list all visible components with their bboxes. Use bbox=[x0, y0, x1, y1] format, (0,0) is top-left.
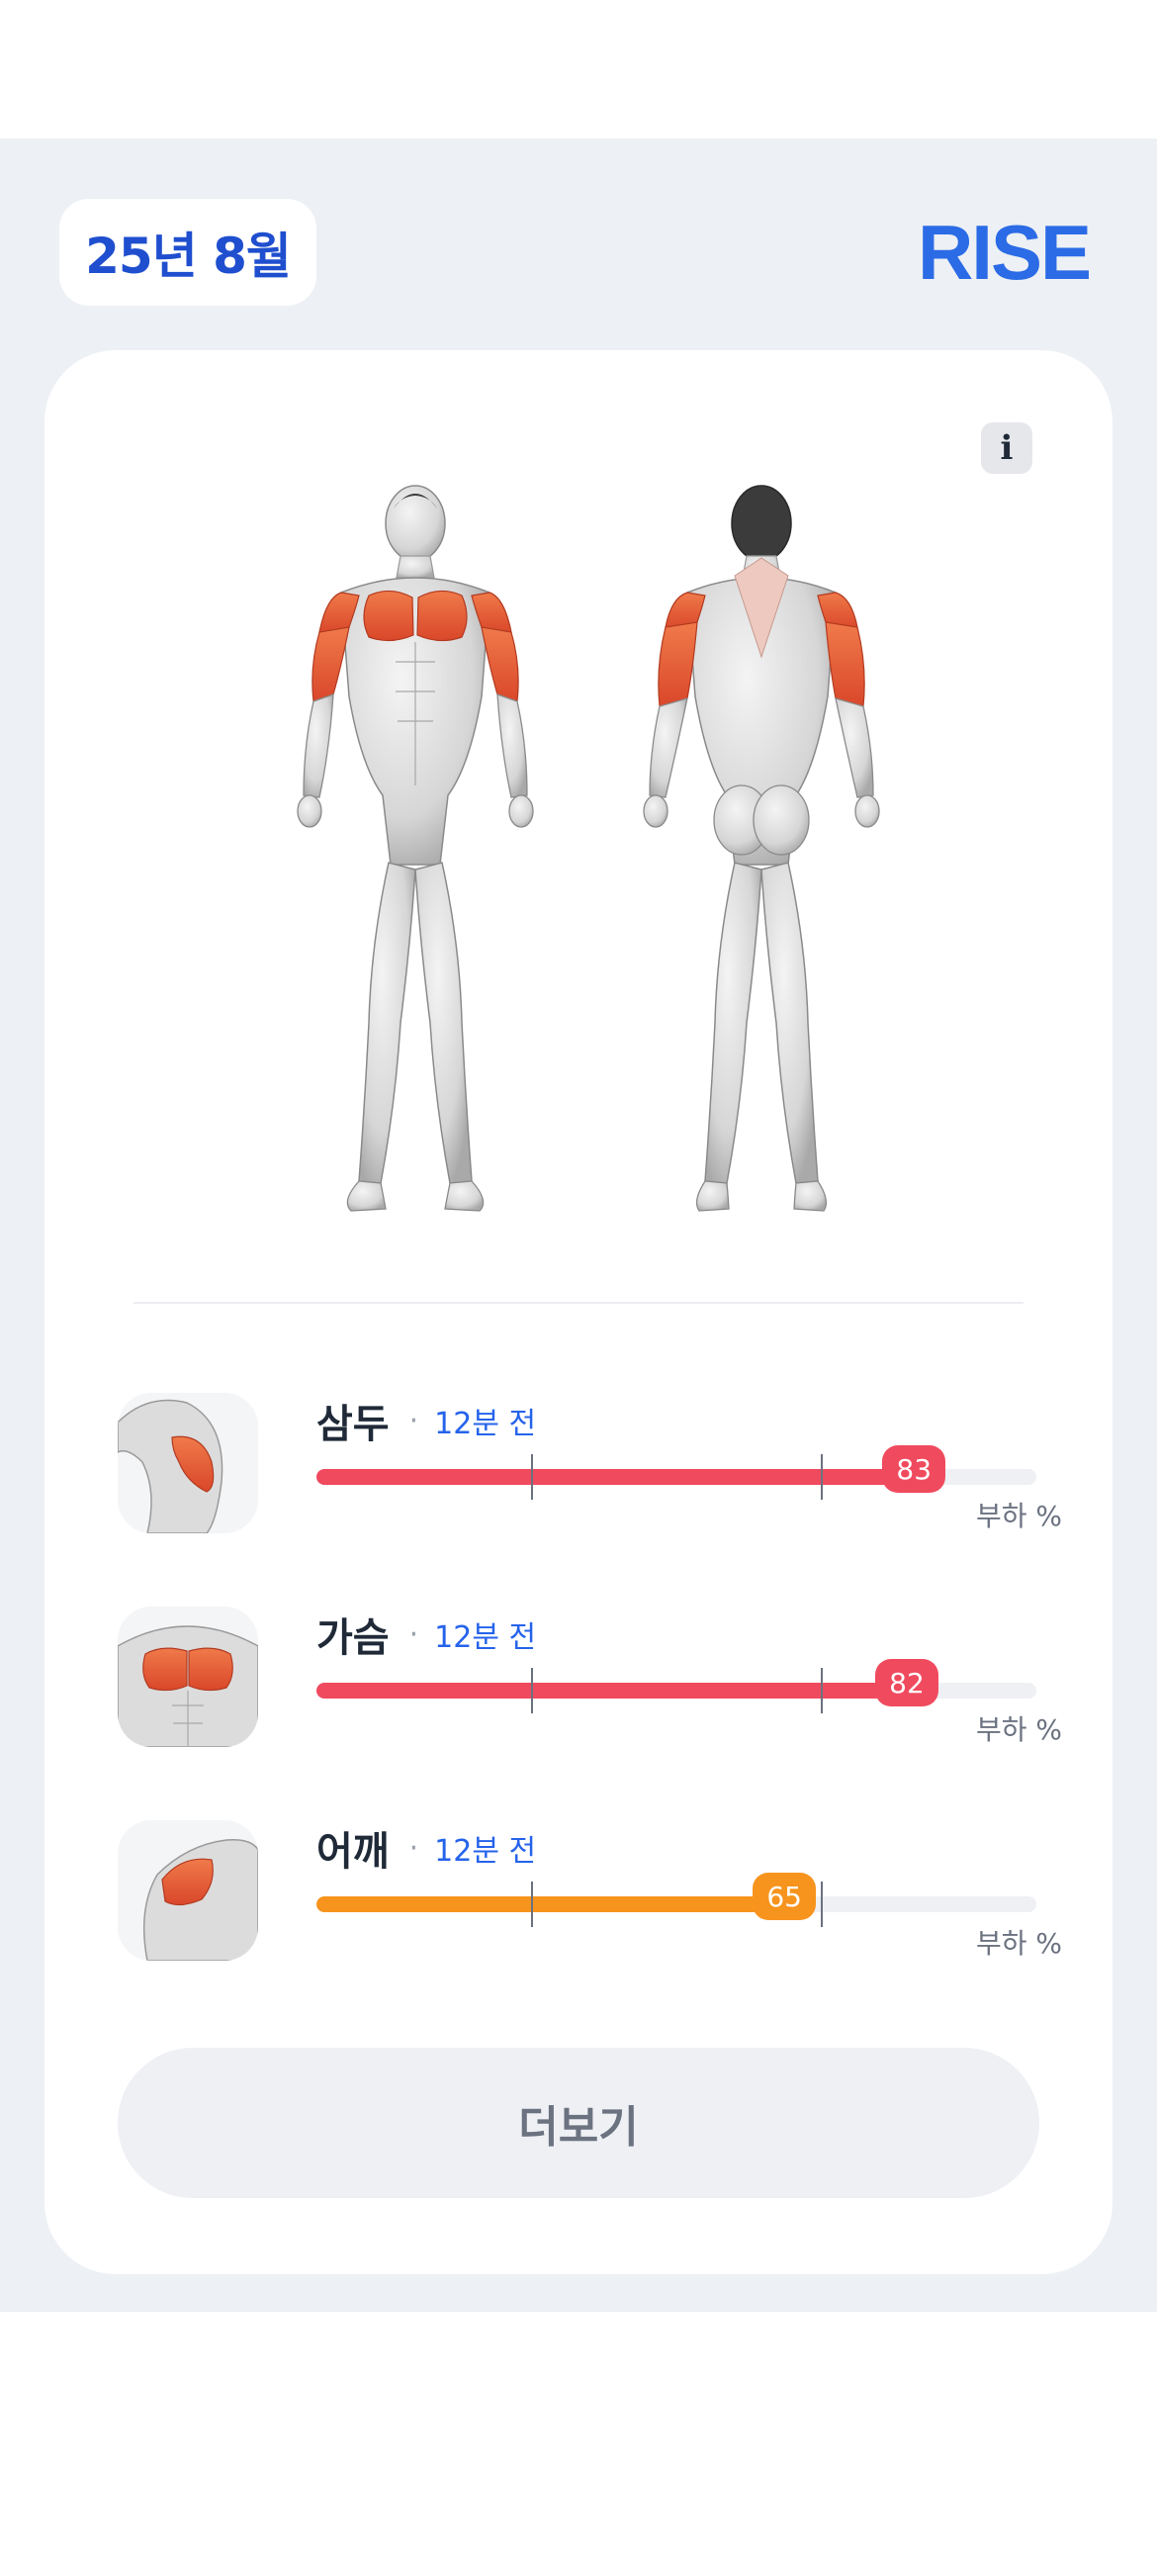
brand-logo: RISE bbox=[917, 208, 1092, 296]
month-selector[interactable]: 25년 8월 bbox=[59, 199, 316, 306]
last-workout-time: 12분 전 bbox=[434, 1834, 537, 1869]
muscle-name: 삼두 bbox=[316, 1402, 390, 1447]
separator-dot: · bbox=[408, 1616, 419, 1652]
muscle-row-shoulder[interactable]: 어깨 · 12분 전 65 부하 % bbox=[118, 1820, 1087, 1964]
chest-thumbnail-icon bbox=[118, 1607, 258, 1747]
info-button[interactable]: i bbox=[981, 422, 1032, 474]
muscle-load-card: i 삼두 · 12분 전 83 부하 % 가슴 · 12분 전 82 부하 % … bbox=[44, 350, 1112, 2274]
load-bar: 82 bbox=[316, 1659, 1036, 1713]
shoulder-thumbnail-icon bbox=[118, 1820, 258, 1961]
load-bar-fill bbox=[316, 1683, 907, 1699]
threshold-tick-high bbox=[821, 1882, 823, 1927]
info-icon: i bbox=[1000, 428, 1014, 468]
separator-dot: · bbox=[408, 1403, 419, 1438]
load-unit-label: 부하 % bbox=[975, 1713, 1062, 1746]
muscle-title: 어깨 · 12분 전 bbox=[316, 1822, 537, 1875]
muscle-name: 어깨 bbox=[316, 1829, 390, 1875]
front-body-figure bbox=[297, 485, 534, 1212]
threshold-tick-low bbox=[531, 1454, 533, 1500]
back-body-figure bbox=[643, 485, 880, 1212]
more-button[interactable]: 더보기 bbox=[118, 2048, 1039, 2198]
muscle-name: 가슴 bbox=[316, 1615, 390, 1661]
separator-dot: · bbox=[408, 1830, 419, 1866]
threshold-tick-low bbox=[531, 1882, 533, 1927]
muscle-row-chest[interactable]: 가슴 · 12분 전 82 부하 % bbox=[118, 1607, 1087, 1750]
section-divider bbox=[134, 1302, 1024, 1304]
load-value-badge: 65 bbox=[753, 1873, 817, 1920]
last-workout-time: 12분 전 bbox=[434, 1407, 537, 1441]
load-bar: 83 bbox=[316, 1445, 1036, 1500]
muscle-row-triceps[interactable]: 삼두 · 12분 전 83 부하 % bbox=[118, 1393, 1087, 1536]
triceps-thumbnail-icon bbox=[118, 1393, 258, 1533]
threshold-tick-high bbox=[821, 1454, 823, 1500]
load-value-badge: 82 bbox=[874, 1659, 938, 1706]
load-value-badge: 83 bbox=[882, 1445, 946, 1493]
muscle-title: 가슴 · 12분 전 bbox=[316, 1609, 537, 1661]
last-workout-time: 12분 전 bbox=[434, 1620, 537, 1655]
body-muscle-map bbox=[297, 485, 880, 1212]
load-bar-fill bbox=[316, 1896, 785, 1912]
month-label: 25년 8월 bbox=[85, 228, 292, 285]
load-bar: 65 bbox=[316, 1873, 1036, 1927]
load-bar-fill bbox=[316, 1469, 915, 1485]
threshold-tick-low bbox=[531, 1668, 533, 1713]
muscle-title: 삼두 · 12분 전 bbox=[316, 1395, 537, 1447]
load-unit-label: 부하 % bbox=[975, 1927, 1062, 1960]
threshold-tick-high bbox=[821, 1668, 823, 1713]
load-unit-label: 부하 % bbox=[975, 1500, 1062, 1532]
